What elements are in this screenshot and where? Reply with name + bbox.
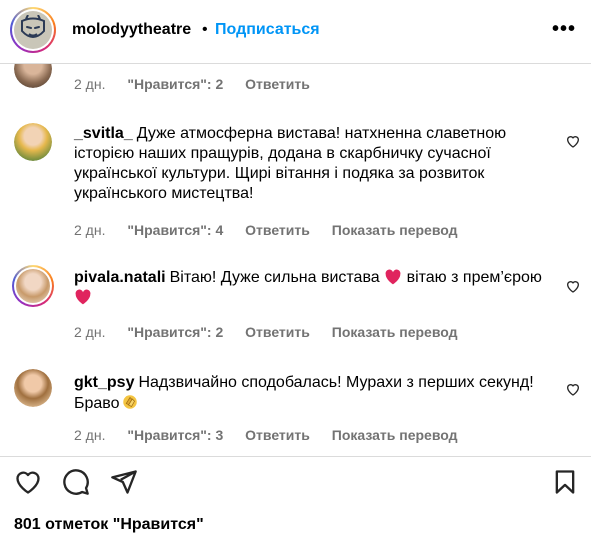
- small-heart-icon[interactable]: [565, 381, 581, 397]
- red-heart-emoji: [74, 289, 92, 305]
- comment-text: pivala.natali Вітаю! Дуже сильна вистава …: [74, 268, 544, 308]
- comment-body: Надзвичайно сподобалась! Мурахи з перших…: [74, 374, 534, 412]
- bookmark-icon[interactable]: [551, 468, 579, 496]
- show-translation-button[interactable]: Показать перевод: [332, 427, 458, 443]
- clapping-hands-emoji: [121, 393, 139, 411]
- show-translation-button[interactable]: Показать перевод: [332, 222, 458, 238]
- comment-likes-count[interactable]: "Нравится": 2: [127, 76, 223, 92]
- paper-plane-icon[interactable]: [110, 468, 138, 496]
- comment-time: 2 дн.: [74, 222, 106, 238]
- heart-outline-icon[interactable]: [14, 468, 42, 496]
- comments-list: 2 дн. "Нравится": 2 Ответить _svitla_ Дуж…: [0, 64, 591, 456]
- comment-body-part2: вітаю з прем’єрою: [406, 269, 542, 286]
- comment-meta: 2 дн. "Нравится": 4 Ответить Показать пе…: [74, 222, 476, 238]
- theatre-logo-icon: [14, 11, 52, 49]
- comment-body-part1: Вітаю! Дуже сильна вистава: [169, 269, 380, 286]
- profile-avatar[interactable]: [10, 7, 56, 53]
- reply-button[interactable]: Ответить: [245, 427, 310, 443]
- comment-likes-count[interactable]: "Нравится": 4: [127, 222, 223, 238]
- reply-button[interactable]: Ответить: [245, 324, 310, 340]
- commenter-avatar[interactable]: [12, 265, 54, 307]
- comment-likes-count[interactable]: "Нравится": 2: [127, 324, 223, 340]
- comment-meta: 2 дн. "Нравится": 2 Ответить: [74, 76, 328, 92]
- comment-time: 2 дн.: [74, 324, 106, 340]
- comment-bubble-icon[interactable]: [62, 468, 90, 496]
- comment-body: Дуже атмосферна вистава! натхненна славе…: [74, 125, 507, 202]
- comment-likes-count[interactable]: "Нравится": 3: [127, 427, 223, 443]
- more-options-button[interactable]: •••: [552, 18, 576, 41]
- comment-meta: 2 дн. "Нравится": 2 Ответить Показать пе…: [74, 324, 476, 340]
- commenter-avatar[interactable]: [14, 64, 52, 88]
- red-heart-emoji: [384, 269, 402, 285]
- post-likes-count[interactable]: 801 отметок "Нравится": [14, 516, 204, 534]
- separator-dot: •: [202, 21, 208, 38]
- comment-text: gkt_psy Надзвичайно сподобалась! Мурахи з…: [74, 373, 544, 414]
- small-heart-icon[interactable]: [565, 278, 581, 294]
- comment-time: 2 дн.: [74, 76, 106, 92]
- reply-button[interactable]: Ответить: [245, 76, 310, 92]
- reply-button[interactable]: Ответить: [245, 222, 310, 238]
- show-translation-button[interactable]: Показать перевод: [332, 324, 458, 340]
- commenter-avatar[interactable]: [14, 369, 52, 407]
- comment-username[interactable]: _svitla_: [74, 125, 133, 142]
- post-header: molodyytheatre • Подписаться •••: [0, 0, 591, 64]
- comment-text: _svitla_ Дуже атмосферна вистава! натхнен…: [74, 124, 544, 204]
- comment-username[interactable]: pivala.natali: [74, 269, 166, 286]
- commenter-avatar[interactable]: [14, 123, 52, 161]
- small-heart-icon[interactable]: [565, 133, 581, 149]
- post-username[interactable]: molodyytheatre: [72, 21, 191, 39]
- post-action-bar: [0, 456, 591, 506]
- comment-time: 2 дн.: [74, 427, 106, 443]
- comment-meta: 2 дн. "Нравится": 3 Ответить Показать пе…: [74, 427, 476, 443]
- comment-username[interactable]: gkt_psy: [74, 374, 134, 391]
- follow-button[interactable]: Подписаться: [215, 21, 320, 39]
